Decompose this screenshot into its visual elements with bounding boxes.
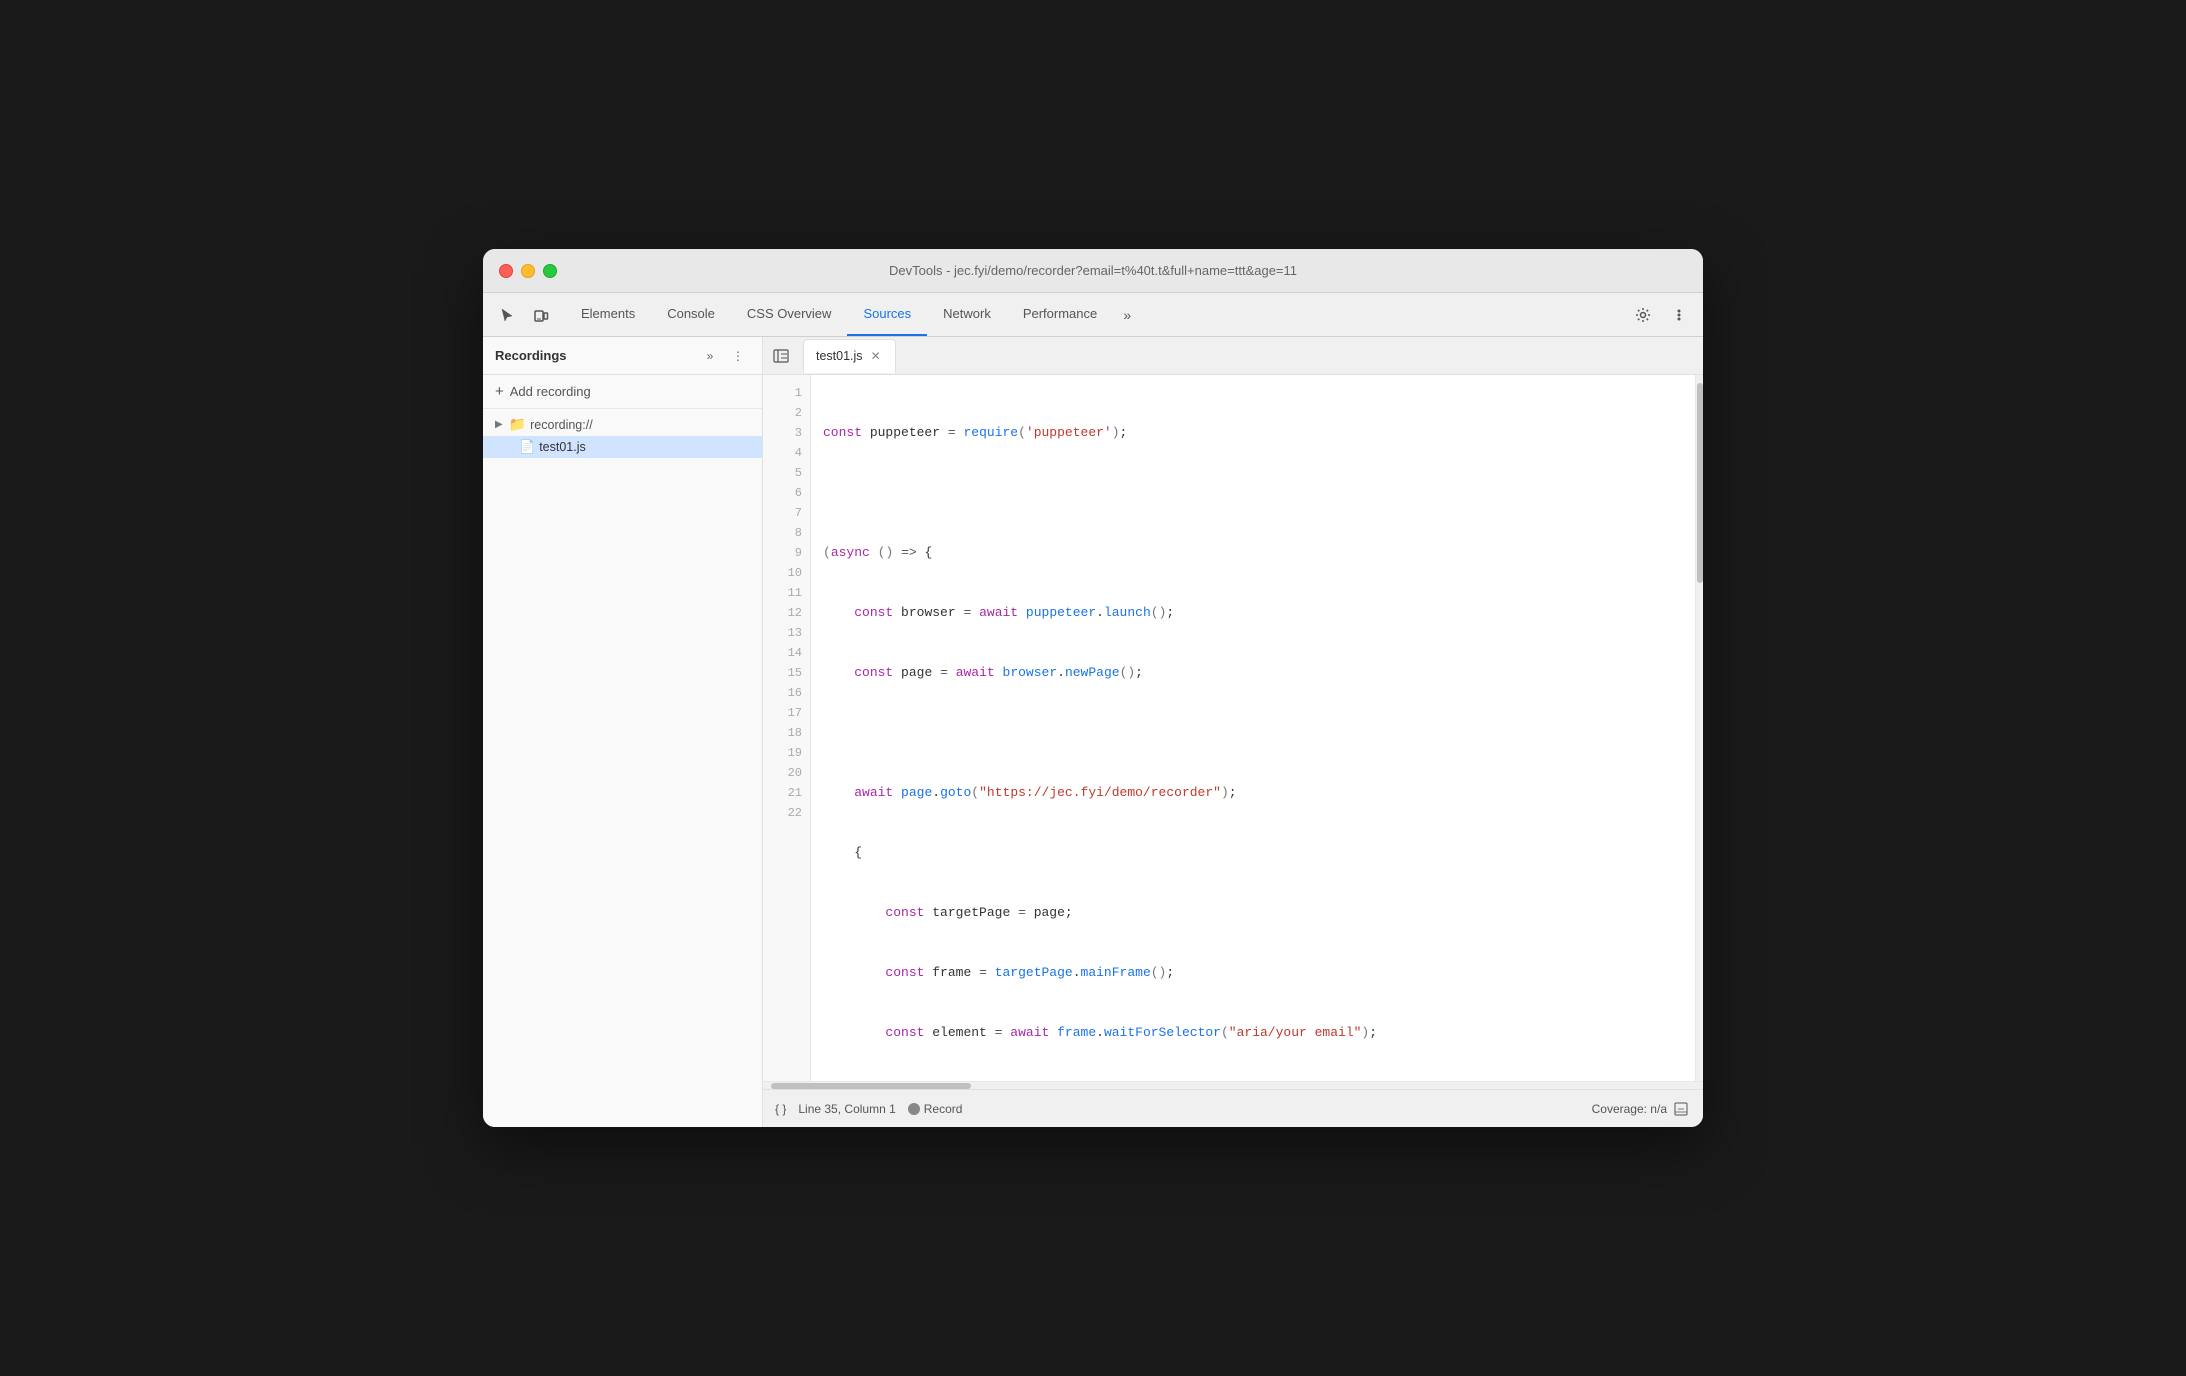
- tab-sources[interactable]: Sources: [847, 293, 927, 336]
- code-line-8: {: [823, 843, 1695, 863]
- nav-right: [1627, 299, 1695, 331]
- editor-tabs: test01.js ✕: [763, 337, 1703, 375]
- maximize-button[interactable]: [543, 264, 557, 278]
- code-line-7: await page.goto("https://jec.fyi/demo/re…: [823, 783, 1695, 803]
- sidebar: Recordings » ⋮ + Add recording ▶ 📁: [483, 337, 763, 1127]
- tree-folder-item[interactable]: ▶ 📁 recording://: [483, 413, 762, 436]
- folder-icon: 📁: [509, 416, 526, 433]
- coverage-map-icon[interactable]: [1671, 1099, 1691, 1119]
- code-line-6: [823, 723, 1695, 743]
- window-title: DevTools - jec.fyi/demo/recorder?email=t…: [889, 263, 1297, 278]
- device-icon[interactable]: [525, 299, 557, 331]
- tab-console[interactable]: Console: [651, 293, 731, 336]
- expand-sidebar-icon[interactable]: »: [698, 344, 722, 368]
- code-line-11: const element = await frame.waitForSelec…: [823, 1023, 1695, 1043]
- record-dot-icon: [908, 1103, 920, 1115]
- code-line-5: const page = await browser.newPage();: [823, 663, 1695, 683]
- format-button[interactable]: { }: [775, 1102, 786, 1116]
- code-content: const puppeteer = require('puppeteer'); …: [811, 375, 1695, 1081]
- minimize-button[interactable]: [521, 264, 535, 278]
- h-scrollbar-thumb[interactable]: [771, 1083, 971, 1089]
- cursor-icon[interactable]: [491, 299, 523, 331]
- scrollbar-thumb[interactable]: [1697, 383, 1703, 583]
- nav-tabs: Elements Console CSS Overview Sources Ne…: [565, 293, 1627, 336]
- more-options-icon[interactable]: [1663, 299, 1695, 331]
- code-line-3: (async () => {: [823, 543, 1695, 563]
- add-recording-button[interactable]: + Add recording: [483, 375, 762, 409]
- format-icon: { }: [775, 1102, 786, 1116]
- file-icon: 📄: [519, 439, 535, 455]
- file-name: test01.js: [539, 440, 586, 454]
- cursor-position: Line 35, Column 1: [798, 1102, 895, 1116]
- devtools-nav: Elements Console CSS Overview Sources Ne…: [483, 293, 1703, 337]
- tree-file-item[interactable]: 📄 test01.js: [483, 436, 762, 458]
- sidebar-menu-icon[interactable]: ⋮: [726, 344, 750, 368]
- line-numbers: 1 2 3 4 5 6 7 8 9 10 11 12 13 14: [763, 375, 811, 1081]
- folder-name: recording://: [530, 418, 593, 432]
- sidebar-header-icons: » ⋮: [698, 344, 750, 368]
- close-button[interactable]: [499, 264, 513, 278]
- tab-close-icon[interactable]: ✕: [869, 349, 883, 363]
- code-line-2: [823, 483, 1695, 503]
- file-tree: ▶ 📁 recording:// 📄 test01.js: [483, 409, 762, 1127]
- tab-css-overview[interactable]: CSS Overview: [731, 293, 848, 336]
- editor-sidebar-toggle[interactable]: [767, 342, 795, 370]
- title-bar: DevTools - jec.fyi/demo/recorder?email=t…: [483, 249, 1703, 293]
- code-line-4: const browser = await puppeteer.launch()…: [823, 603, 1695, 623]
- settings-icon[interactable]: [1627, 299, 1659, 331]
- code-line-1: const puppeteer = require('puppeteer');: [823, 423, 1695, 443]
- record-button[interactable]: Record: [908, 1102, 963, 1116]
- folder-row: ▶ 📁 recording://: [495, 416, 593, 433]
- editor-tab-label: test01.js: [816, 349, 863, 363]
- chevron-down-icon: ▶: [495, 419, 503, 430]
- traffic-lights: [499, 264, 557, 278]
- vertical-scrollbar[interactable]: [1695, 375, 1703, 1081]
- tab-performance[interactable]: Performance: [1007, 293, 1113, 336]
- status-bar: { } Line 35, Column 1 Record Coverage: n…: [763, 1089, 1703, 1127]
- devtools-window: DevTools - jec.fyi/demo/recorder?email=t…: [483, 249, 1703, 1127]
- more-tabs-button[interactable]: »: [1113, 301, 1141, 329]
- sidebar-header: Recordings » ⋮: [483, 337, 762, 375]
- editor-area: test01.js ✕ 1 2 3 4 5 6 7 8 9: [763, 337, 1703, 1127]
- tab-elements[interactable]: Elements: [565, 293, 651, 336]
- sidebar-title: Recordings: [495, 348, 698, 363]
- code-line-10: const frame = targetPage.mainFrame();: [823, 963, 1695, 983]
- horizontal-scrollbar[interactable]: [763, 1081, 1703, 1089]
- editor-tab-test01[interactable]: test01.js ✕: [803, 339, 896, 373]
- devtools-body: Recordings » ⋮ + Add recording ▶ 📁: [483, 337, 1703, 1127]
- tab-network[interactable]: Network: [927, 293, 1007, 336]
- nav-icons-left: [491, 299, 557, 331]
- add-recording-label: Add recording: [510, 384, 591, 399]
- code-editor[interactable]: 1 2 3 4 5 6 7 8 9 10 11 12 13 14: [763, 375, 1703, 1081]
- code-line-9: const targetPage = page;: [823, 903, 1695, 923]
- status-right: Coverage: n/a: [1592, 1099, 1691, 1119]
- plus-icon: +: [495, 383, 504, 400]
